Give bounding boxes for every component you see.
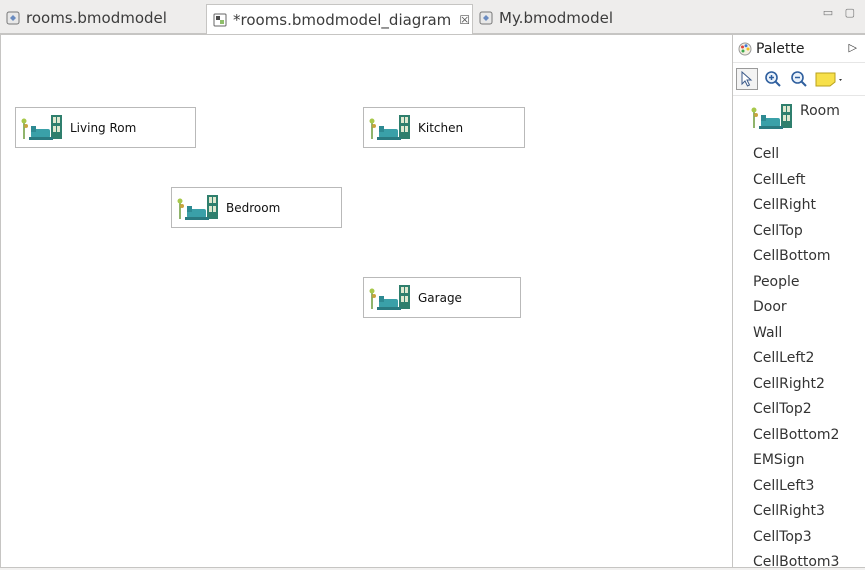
tab-label: *rooms.bmodmodel_diagram [233, 10, 452, 29]
room-node-bedroom[interactable]: Bedroom [171, 187, 342, 228]
room-node-label: Kitchen [418, 120, 464, 135]
room-icon [21, 114, 62, 140]
room-icon [751, 104, 792, 129]
tab-rooms-bmodmodel[interactable]: rooms.bmodmodel [0, 4, 200, 32]
palette-item[interactable]: Door [733, 295, 865, 321]
tab-label: rooms.bmodmodel [26, 9, 167, 27]
room-icon [369, 284, 410, 310]
palette-item[interactable]: CellTop [733, 219, 865, 245]
palette-header[interactable]: Palette ▷ [733, 35, 865, 63]
zoom-out-tool[interactable] [788, 68, 810, 90]
palette-item[interactable]: Cell [733, 142, 865, 168]
palette-item[interactable]: Wall [733, 321, 865, 347]
palette-item-room[interactable]: Room [733, 96, 865, 142]
palette-item[interactable]: CellTop2 [733, 397, 865, 423]
room-node-living-rom[interactable]: Living Rom [15, 107, 196, 148]
palette-item[interactable]: CellLeft3 [733, 474, 865, 500]
note-icon [815, 72, 842, 87]
cursor-icon [741, 71, 753, 87]
room-node-label: Garage [418, 290, 462, 305]
palette-item[interactable]: EMSign [733, 448, 865, 474]
palette-item[interactable]: CellBottom3 [733, 550, 865, 567]
window-controls[interactable]: ▭ ▢ [823, 6, 859, 19]
palette-item[interactable]: CellBottom2 [733, 423, 865, 449]
zoom-in-tool[interactable] [762, 68, 784, 90]
palette-item[interactable]: People [733, 270, 865, 296]
diagram-canvas[interactable]: Living Rom Kitchen Bedroom Garage [1, 35, 732, 567]
palette-title: Palette [756, 40, 805, 57]
editor-tab-bar: rooms.bmodmodel *rooms.bmodmodel_diagram… [0, 0, 865, 34]
palette-item[interactable]: CellBottom [733, 244, 865, 270]
model-file-icon [479, 11, 493, 25]
palette-panel: Palette ▷ Room Cell CellLeft CellRight C… [732, 35, 865, 567]
tab-my-bmodmodel[interactable]: My.bmodmodel [473, 4, 673, 32]
expand-palette-icon[interactable]: ▷ [849, 41, 857, 54]
palette-item-list: Cell CellLeft CellRight CellTop CellBott… [733, 142, 865, 567]
palette-item[interactable]: CellRight [733, 193, 865, 219]
select-tool[interactable] [736, 68, 758, 90]
tab-label: My.bmodmodel [499, 9, 613, 27]
model-file-icon [6, 11, 20, 25]
palette-item[interactable]: CellRight2 [733, 372, 865, 398]
room-icon [369, 114, 410, 140]
palette-icon [738, 42, 752, 55]
zoom-in-icon [765, 71, 781, 87]
note-tool[interactable] [814, 68, 844, 90]
palette-item[interactable]: CellLeft2 [733, 346, 865, 372]
diagram-editor: Living Rom Kitchen Bedroom Garage Palett… [0, 34, 865, 568]
room-node-label: Living Rom [70, 120, 137, 135]
close-tab-icon[interactable]: ☒ [459, 13, 470, 27]
palette-item[interactable]: CellLeft [733, 168, 865, 194]
zoom-out-icon [791, 71, 807, 87]
palette-item-label: Room [800, 103, 840, 119]
tab-rooms-bmodmodel-diagram[interactable]: *rooms.bmodmodel_diagram ☒ [206, 4, 473, 34]
room-node-label: Bedroom [226, 200, 281, 215]
room-icon [177, 194, 218, 220]
room-node-garage[interactable]: Garage [363, 277, 521, 318]
room-node-kitchen[interactable]: Kitchen [363, 107, 525, 148]
palette-toolbar [733, 63, 865, 96]
diagram-file-icon [213, 13, 227, 26]
palette-item[interactable]: CellRight3 [733, 499, 865, 525]
palette-item[interactable]: CellTop3 [733, 525, 865, 551]
